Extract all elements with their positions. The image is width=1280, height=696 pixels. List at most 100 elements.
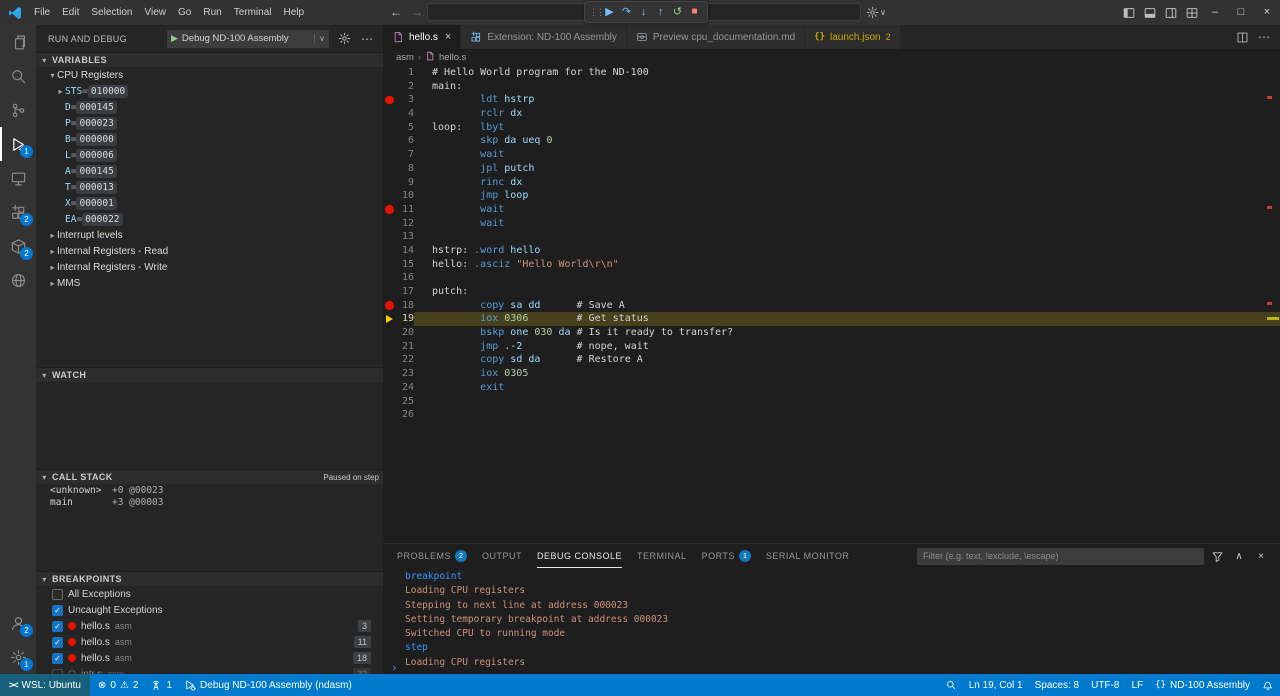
watch-section-header[interactable]: ▾ WATCH: [36, 367, 383, 382]
variables-group-cpu-registers[interactable]: ▾CPU Registers: [36, 67, 383, 83]
gutter-glyph-margin[interactable]: [383, 203, 397, 217]
gutter-glyph-margin[interactable]: [383, 244, 397, 258]
gutter-glyph-margin[interactable]: [383, 189, 397, 203]
step-out-button[interactable]: ↑: [652, 2, 669, 22]
panel-tab-serial-monitor[interactable]: SERIAL MONITOR: [766, 544, 850, 568]
code-line-23[interactable]: 23 iox 0305: [383, 367, 1280, 381]
gutter-glyph-margin[interactable]: [383, 353, 397, 367]
code-line-4[interactable]: 4 rclr dx: [383, 107, 1280, 121]
close-icon[interactable]: ×: [445, 31, 451, 43]
panel-tab-terminal[interactable]: TERMINAL: [637, 544, 687, 568]
restart-button[interactable]: ↺: [669, 2, 686, 22]
variables-group-interrupt-levels[interactable]: ▸Interrupt levels: [36, 227, 383, 243]
code-line-18[interactable]: 18 copy sa dd # Save A: [383, 299, 1280, 313]
gutter-glyph-margin[interactable]: [383, 162, 397, 176]
eol-status[interactable]: LF: [1125, 674, 1149, 696]
nav-forward-button[interactable]: →: [407, 0, 427, 25]
code-line-5[interactable]: 5loop: lbyt: [383, 121, 1280, 135]
variable-t[interactable]: T = 000013: [36, 179, 383, 195]
launch-config-dropdown[interactable]: ▶ Debug ND-100 Assembly ∨: [167, 30, 329, 48]
tab-hello-s[interactable]: hello.s×: [383, 25, 461, 49]
debug-session-status[interactable]: Debug ND-100 Assembly (ndasm): [178, 674, 358, 696]
gutter-glyph-margin[interactable]: [383, 381, 397, 395]
breadcrumb-folder[interactable]: asm: [396, 52, 414, 63]
menu-terminal[interactable]: Terminal: [228, 0, 278, 25]
gutter-glyph-margin[interactable]: [383, 148, 397, 162]
variable-sts[interactable]: ▸STS = 010000: [36, 83, 383, 99]
debug-console-output[interactable]: breakpointLoading CPU registersStepping …: [383, 568, 1280, 670]
notifications-bell[interactable]: [1256, 674, 1280, 696]
breakpoint-dot-icon[interactable]: [385, 205, 394, 214]
code-line-8[interactable]: 8 jpl putch: [383, 162, 1280, 176]
encoding-status[interactable]: UTF-8: [1085, 674, 1125, 696]
activity-run-and-debug[interactable]: 1: [0, 127, 36, 161]
code-line-21[interactable]: 21 jmp .-2 # nope, wait: [383, 340, 1280, 354]
code-line-19[interactable]: 19 iox 0306 # Get status: [383, 312, 1280, 326]
breakpoints-section-header[interactable]: ▾ BREAKPOINTS: [36, 571, 383, 586]
breakpoint-item-hello-s[interactable]: ✓hello.sasm11: [36, 634, 383, 650]
console-prompt-icon[interactable]: ›: [391, 663, 398, 674]
gutter-glyph-margin[interactable]: [383, 230, 397, 244]
code-line-22[interactable]: 22 copy sd da # Restore A: [383, 353, 1280, 367]
toggle-panel-button[interactable]: [1139, 0, 1160, 25]
filter-icon[interactable]: [1208, 550, 1226, 563]
close-panel-icon[interactable]: ×: [1252, 551, 1270, 562]
gutter-glyph-margin[interactable]: [383, 326, 397, 340]
gutter-glyph-margin[interactable]: [383, 66, 397, 80]
code-line-11[interactable]: 11 wait: [383, 203, 1280, 217]
variable-x[interactable]: X = 000001: [36, 195, 383, 211]
breadcrumb-file[interactable]: hello.s: [439, 52, 466, 63]
panel-tab-ports[interactable]: PORTS1: [702, 544, 751, 568]
code-line-13[interactable]: 13: [383, 230, 1280, 244]
variable-ea[interactable]: EA = 000022: [36, 211, 383, 227]
screencast-search-status[interactable]: [939, 674, 963, 696]
breadcrumb[interactable]: asm›hello.s: [383, 49, 1280, 65]
gutter-glyph-margin[interactable]: [383, 285, 397, 299]
minimize-button[interactable]: –: [1202, 0, 1228, 25]
customize-layout-button[interactable]: [1181, 0, 1202, 25]
menu-run[interactable]: Run: [197, 0, 227, 25]
activity-explorer[interactable]: [0, 25, 36, 59]
breakpoint-checkbox[interactable]: ✓: [52, 653, 63, 664]
gutter-glyph-margin[interactable]: [383, 217, 397, 231]
variables-group-mms[interactable]: ▸MMS: [36, 275, 383, 291]
stack-frame-main[interactable]: main+3 @00003: [36, 496, 383, 508]
step-into-button[interactable]: ↓: [635, 2, 652, 22]
console-filter-input[interactable]: [917, 548, 1204, 565]
breakpoint-item-hello-s[interactable]: ✓hello.sasm18: [36, 650, 383, 666]
code-line-16[interactable]: 16: [383, 271, 1280, 285]
gutter-glyph-margin[interactable]: [383, 312, 397, 326]
menu-go[interactable]: Go: [172, 0, 197, 25]
panel-tab-problems[interactable]: PROBLEMS2: [397, 544, 467, 568]
panel-tab-output[interactable]: OUTPUT: [482, 544, 522, 568]
variable-b[interactable]: B = 000000: [36, 131, 383, 147]
breakpoint-checkbox[interactable]: [52, 589, 63, 600]
maximize-button[interactable]: □: [1228, 0, 1254, 25]
gutter-glyph-margin[interactable]: [383, 271, 397, 285]
code-line-17[interactable]: 17putch:: [383, 285, 1280, 299]
code-line-3[interactable]: 3 ldt hstrp: [383, 93, 1280, 107]
code-line-26[interactable]: 26: [383, 408, 1280, 422]
variable-l[interactable]: L = 000006: [36, 147, 383, 163]
split-editor-icon[interactable]: [1236, 30, 1249, 44]
activity-search[interactable]: [0, 59, 36, 93]
variables-group-internal-registers-write[interactable]: ▸Internal Registers - Write: [36, 259, 383, 275]
more-actions-icon[interactable]: ⋯: [1258, 30, 1270, 44]
gutter-glyph-margin[interactable]: [383, 395, 397, 409]
code-line-9[interactable]: 9 rinc dx: [383, 176, 1280, 190]
gutter-glyph-margin[interactable]: [383, 176, 397, 190]
stop-button[interactable]: ■: [686, 2, 703, 22]
breakpoint-checkbox[interactable]: ✓: [52, 605, 63, 616]
gutter-glyph-margin[interactable]: [383, 408, 397, 422]
activity-remote-explorer[interactable]: [0, 161, 36, 195]
editor[interactable]: 1# Hello World program for the ND-1002ma…: [383, 65, 1280, 543]
variables-section-header[interactable]: ▾ VARIABLES: [36, 52, 383, 67]
code-line-10[interactable]: 10 jmp loop: [383, 189, 1280, 203]
nav-back-button[interactable]: ←: [386, 0, 406, 25]
activity-source-control[interactable]: [0, 93, 36, 127]
tab-launch-json[interactable]: {}launch.json2: [805, 25, 900, 49]
variables-group-internal-registers-read[interactable]: ▸Internal Registers - Read: [36, 243, 383, 259]
cursor-position[interactable]: Ln 19, Col 1: [963, 674, 1029, 696]
language-mode[interactable]: {} ND-100 Assembly: [1149, 674, 1256, 696]
breakpoint-item-all-exceptions[interactable]: All Exceptions: [36, 586, 383, 602]
